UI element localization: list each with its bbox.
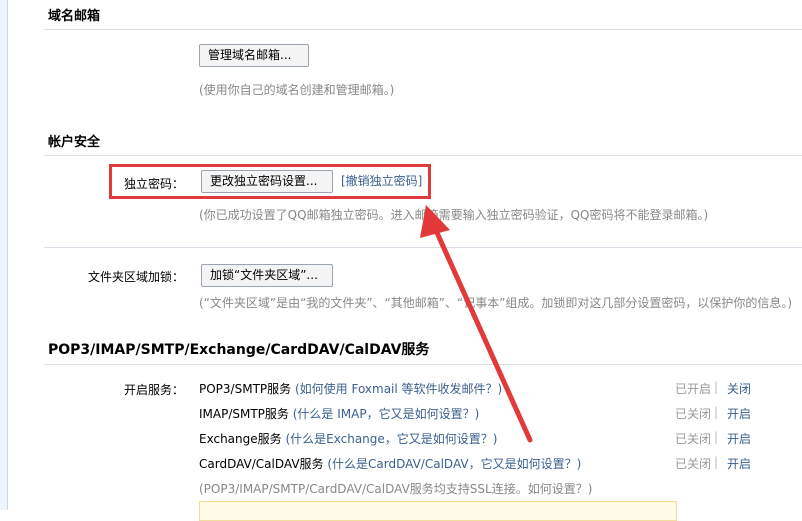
annotation-arrow-icon <box>420 205 533 443</box>
